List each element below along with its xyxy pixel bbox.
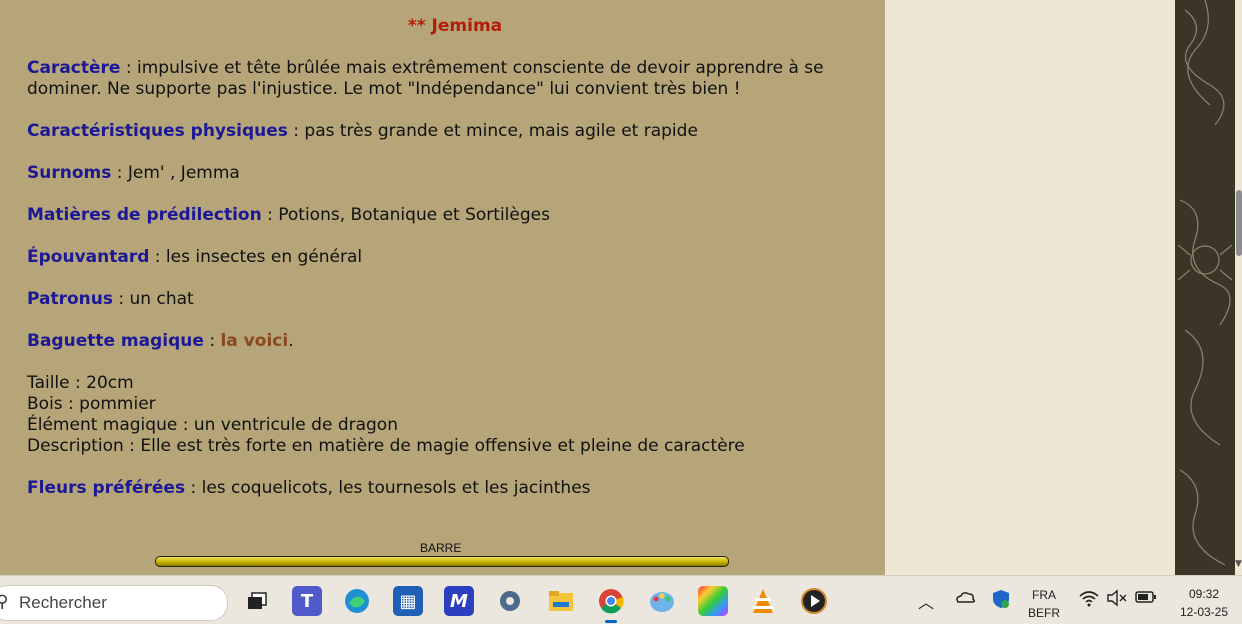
decorative-pattern-icon: [1177, 0, 1233, 566]
media-player-icon[interactable]: [799, 586, 829, 616]
search-icon: ⚲: [0, 592, 9, 612]
settings-icon[interactable]: [495, 586, 525, 616]
decorative-border: [1175, 0, 1235, 575]
epouvantard-label: Épouvantard: [27, 247, 150, 267]
patronus-label: Patronus: [27, 289, 113, 309]
defender-icon[interactable]: [991, 589, 1011, 613]
element-row: Élément magique : un ventricule de drago…: [27, 415, 398, 435]
caractere-row-2: dominer. Ne supporte pas l'injustice. Le…: [27, 79, 741, 99]
scroll-down-icon[interactable]: ▼: [1235, 557, 1242, 571]
surnoms-value: : Jem' , Jemma: [111, 163, 240, 183]
page-title: ** Jemima: [407, 16, 503, 36]
physique-value: : pas très grande et mince, mais agile e…: [287, 121, 698, 141]
baguette-label: Baguette magique: [27, 331, 204, 351]
edge-icon[interactable]: [342, 586, 372, 616]
chrome-icon[interactable]: [596, 586, 626, 623]
fleurs-value: : les coquelicots, les tournesols et les…: [185, 478, 591, 498]
onedrive-icon[interactable]: [954, 589, 976, 609]
task-view-icon[interactable]: [242, 586, 272, 616]
surnoms-row: Surnoms : Jem' , Jemma: [27, 163, 240, 184]
language-indicator[interactable]: FRA: [1027, 588, 1061, 602]
side-panel: [885, 0, 1175, 575]
caractere-label: Caractère: [27, 58, 121, 78]
fleurs-label: Fleurs préférées: [27, 478, 186, 498]
physique-label: Caractéristiques physiques: [27, 121, 288, 141]
taskbar: ⚲ Rechercher T ▦ M ︿ FRA BEFR 09:32 12-0…: [0, 575, 1242, 624]
matieres-label: Matières de prédilection: [27, 205, 262, 225]
battery-icon[interactable]: [1135, 589, 1157, 609]
description-row: Description : Elle est très forte en mat…: [27, 436, 745, 456]
caractere-value: : impulsive et tête brûlée mais extrêmem…: [120, 58, 824, 78]
matieres-row: Matières de prédilection : Potions, Bota…: [27, 205, 550, 226]
video-editor-icon[interactable]: [698, 586, 728, 616]
scrollbar-thumb[interactable]: [1236, 190, 1242, 256]
chevron-up-icon[interactable]: ︿: [918, 589, 934, 613]
physique-row: Caractéristiques physiques : pas très gr…: [27, 121, 698, 142]
baguette-row: Baguette magique : la voici.: [27, 331, 294, 352]
keyboard-layout[interactable]: BEFR: [1027, 606, 1061, 620]
profile-content: ** Jemima Caractère : impulsive et tête …: [0, 0, 885, 575]
paint-icon[interactable]: [647, 586, 677, 616]
epouvantard-value: : les insectes en général: [149, 247, 363, 267]
caractere-row: Caractère : impulsive et tête brûlée mai…: [27, 58, 824, 79]
patronus-value: : un chat: [113, 289, 194, 309]
barre-label: BARRE: [420, 541, 462, 555]
mail-app-icon[interactable]: M: [444, 586, 474, 616]
baguette-link[interactable]: la voici: [220, 331, 288, 351]
vlc-icon[interactable]: [748, 586, 778, 616]
taille-row: Taille : 20cm: [27, 373, 134, 393]
fleurs-row: Fleurs préférées : les coquelicots, les …: [27, 478, 591, 499]
patronus-row: Patronus : un chat: [27, 289, 194, 310]
bois-row: Bois : pommier: [27, 394, 156, 414]
wifi-icon[interactable]: [1078, 589, 1100, 611]
epouvantard-row: Épouvantard : les insectes en général: [27, 247, 362, 268]
baguette-end: .: [288, 331, 294, 351]
search-input[interactable]: Rechercher: [19, 593, 107, 613]
store-icon[interactable]: ▦: [393, 586, 423, 616]
file-explorer-icon[interactable]: [546, 586, 576, 616]
clock-date[interactable]: 12-03-25: [1170, 605, 1238, 619]
teams-icon[interactable]: T: [292, 586, 322, 616]
scrollbar-track[interactable]: [1235, 0, 1242, 575]
clock-time[interactable]: 09:32: [1170, 587, 1238, 601]
baguette-sep: :: [203, 331, 221, 351]
matieres-value: : Potions, Botanique et Sortilèges: [261, 205, 550, 225]
surnoms-label: Surnoms: [27, 163, 112, 183]
volume-muted-icon[interactable]: [1106, 589, 1128, 611]
barre-divider: [155, 556, 729, 567]
